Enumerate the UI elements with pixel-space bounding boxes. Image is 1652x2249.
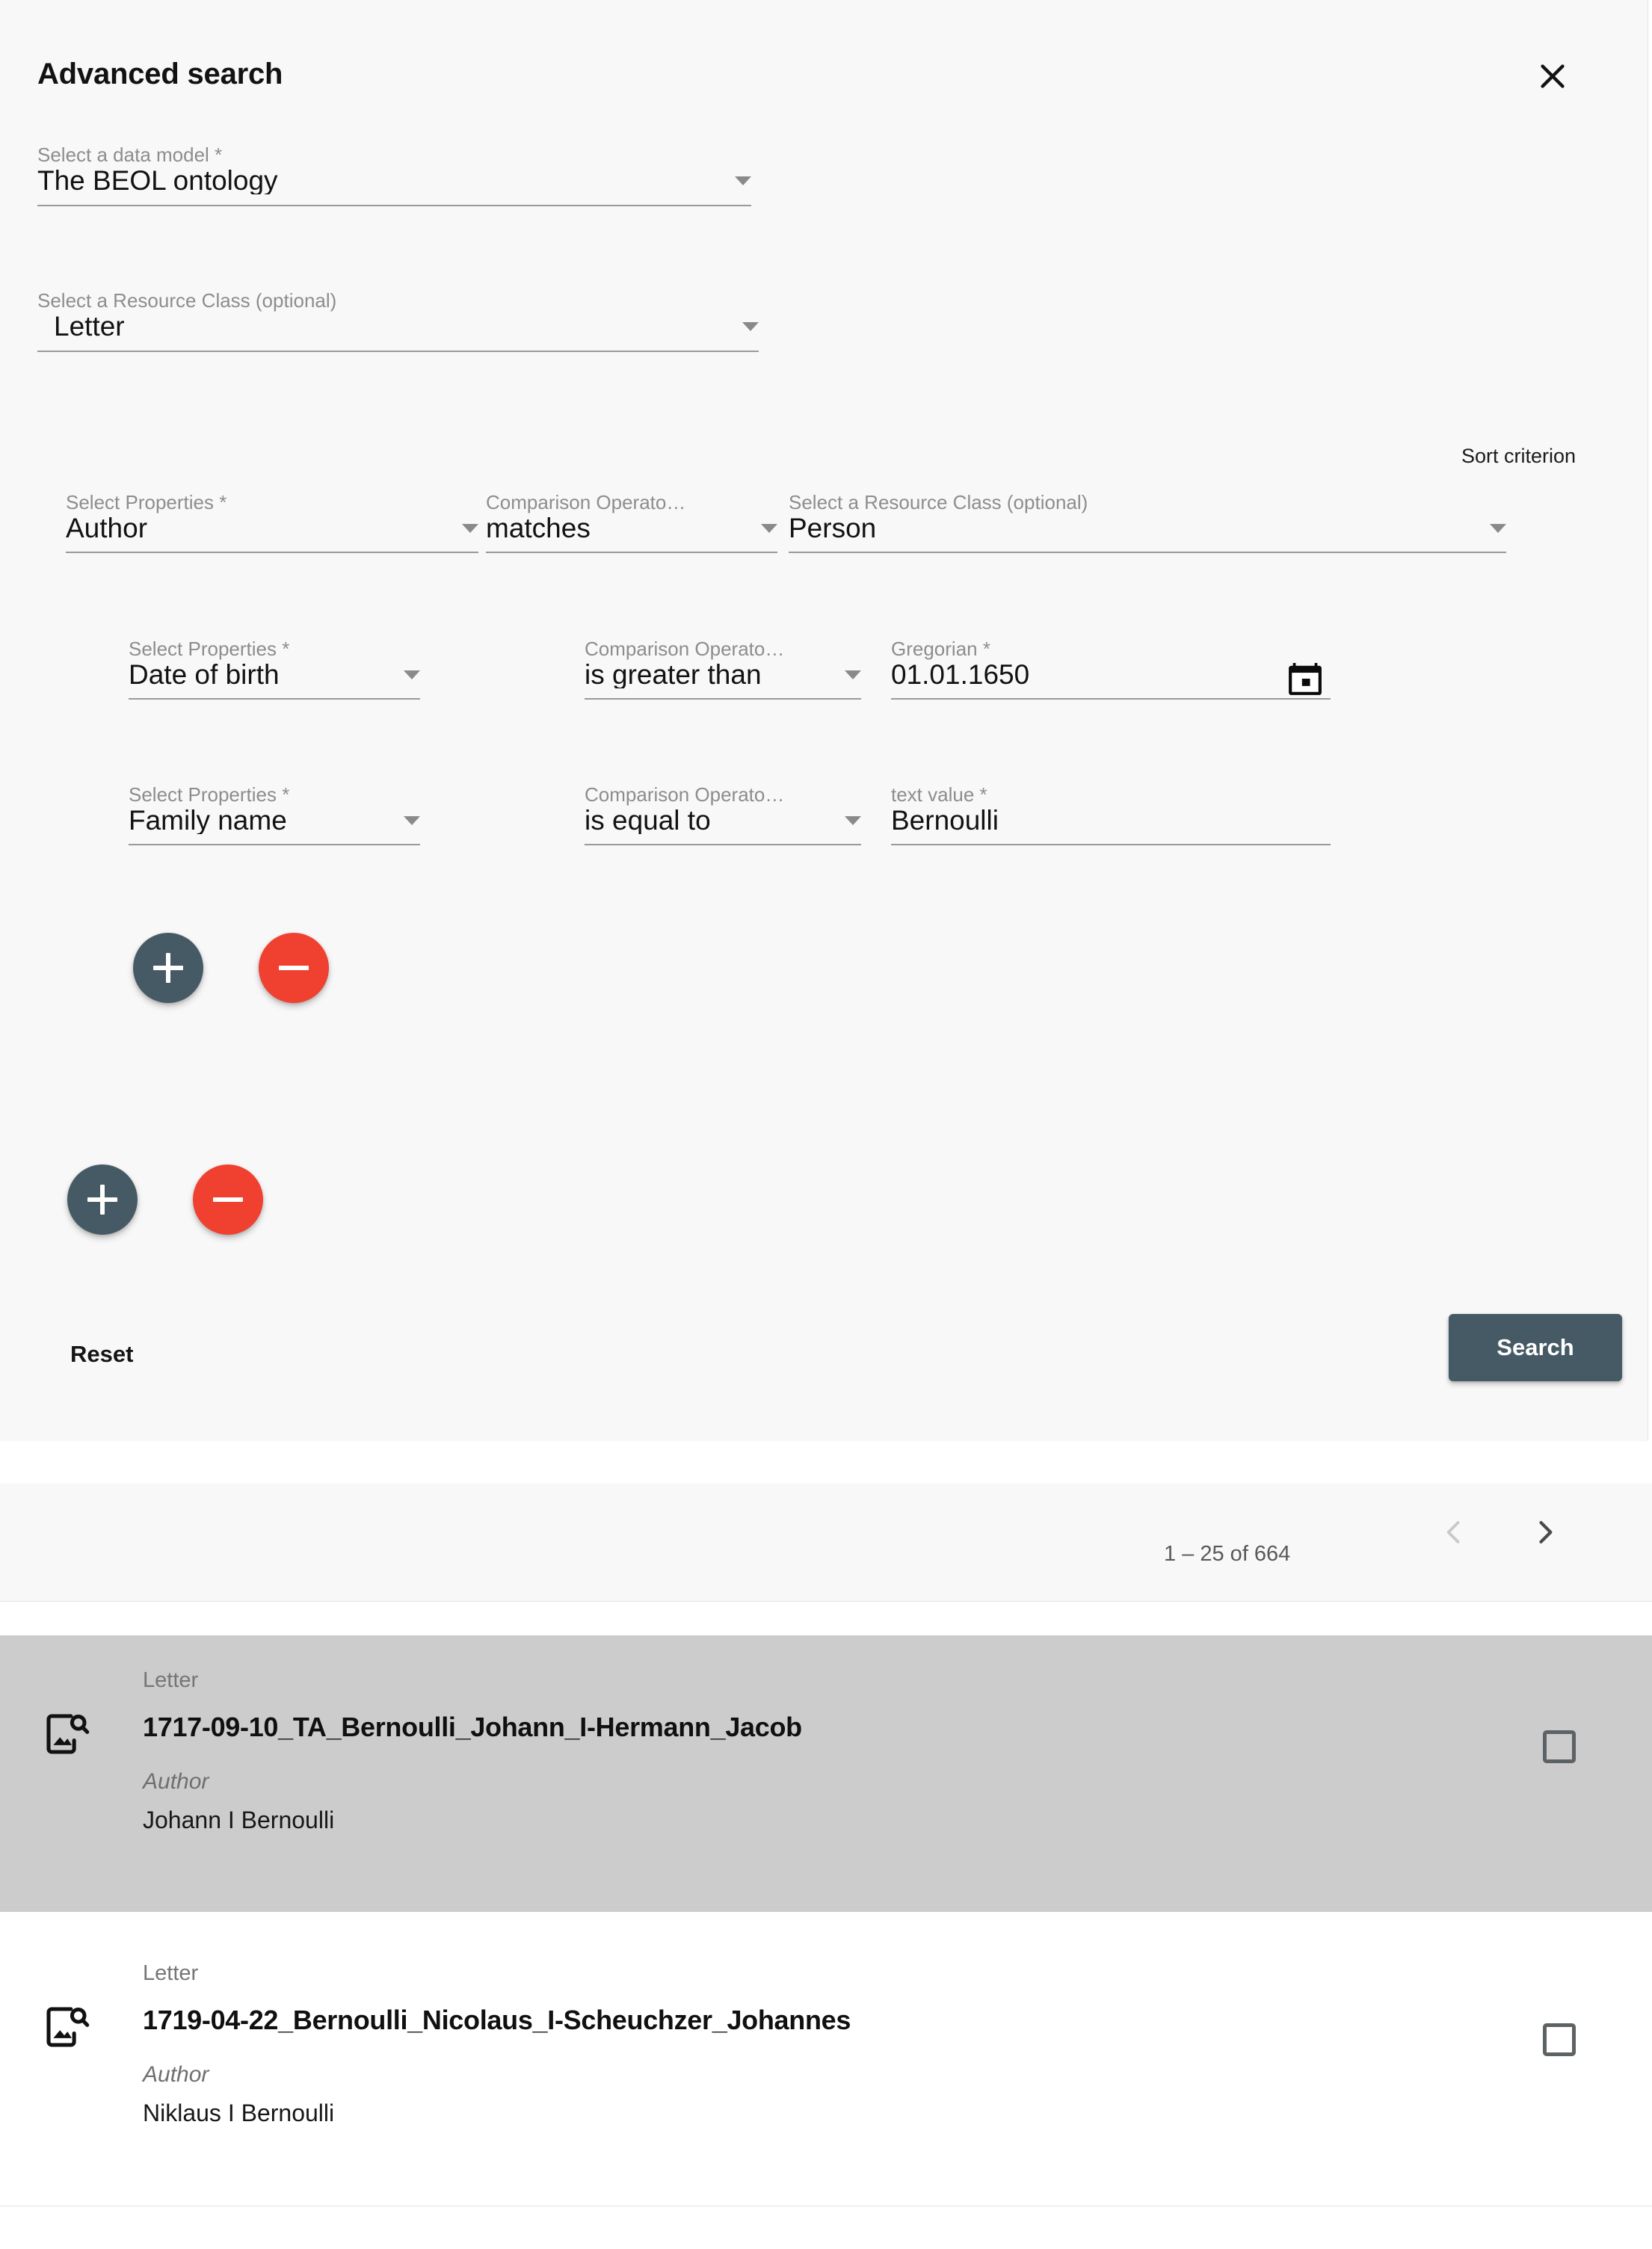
row2a-date-label: Gregorian *: [891, 638, 990, 660]
row1-property-select[interactable]: Author: [66, 514, 478, 553]
result-title[interactable]: 1719-04-22_Bernoulli_Nicolaus_I-Scheuchz…: [143, 2005, 851, 2036]
row2b-text-input[interactable]: Bernoulli: [891, 806, 1331, 845]
result-type-label: Letter: [143, 1668, 199, 1692]
chevron-down-icon: [742, 322, 759, 331]
row2b-property-value: Family name: [129, 806, 287, 834]
row2a-property-value: Date of birth: [129, 661, 280, 688]
row2a-operator-label: Comparison Operato…: [585, 638, 785, 660]
row1-operator-label: Comparison Operato…: [486, 491, 686, 513]
row1-operator-field: Comparison Operato… matches: [486, 491, 777, 553]
result-checkbox[interactable]: [1543, 2023, 1576, 2056]
row1-resource-class-select[interactable]: Person: [789, 514, 1506, 553]
row2a-operator-select[interactable]: is greater than: [585, 661, 861, 700]
row2b-property-label: Select Properties *: [129, 783, 290, 806]
row1-property-value: Author: [66, 514, 148, 542]
result-title[interactable]: 1717-09-10_TA_Bernoulli_Johann_I-Hermann…: [143, 1712, 802, 1743]
chevron-down-icon: [462, 524, 478, 533]
chevron-left-icon: [1437, 1516, 1470, 1551]
result-property-label: Author: [143, 1769, 209, 1794]
row2b-operator-value: is equal to: [585, 806, 711, 834]
resource-class-label: Select a Resource Class (optional): [37, 289, 337, 312]
row2b-text-label: text value *: [891, 783, 987, 806]
row1-operator-select[interactable]: matches: [486, 514, 777, 553]
result-property-label: Author: [143, 2062, 209, 2087]
row2b-property-select[interactable]: Family name: [129, 806, 420, 845]
image-search-icon: [43, 1710, 90, 1758]
row2a-gregorian-date-field: Gregorian * 01.01.1650: [891, 638, 1331, 700]
plus-icon: [87, 1185, 117, 1215]
row2b-operator-select[interactable]: is equal to: [585, 806, 861, 845]
previous-page-button[interactable]: [1420, 1499, 1488, 1567]
minus-icon: [213, 1185, 243, 1215]
list-item[interactable]: Letter 1717-09-10_TA_Bernoulli_Johann_I-…: [0, 1635, 1652, 1912]
data-model-field: Select a data model * The BEOL ontology: [37, 144, 751, 206]
row2b-text-value-field: text value * Bernoulli: [891, 783, 1331, 845]
chevron-down-icon: [404, 670, 420, 679]
resource-class-value: Letter: [54, 312, 125, 340]
next-page-button[interactable]: [1511, 1499, 1579, 1567]
data-model-label: Select a data model *: [37, 144, 223, 166]
chevron-down-icon: [1490, 524, 1506, 533]
row1-operator-value: matches: [486, 514, 591, 542]
result-property-value: Niklaus I Bernoulli: [143, 2100, 335, 2126]
row2a-operator-value: is greater than: [585, 661, 762, 688]
page-range-label: 1 – 25 of 664: [1164, 1541, 1291, 1566]
row1-resource-class-value: Person: [789, 514, 877, 542]
page-title: Advanced search: [37, 58, 283, 90]
resource-class-select[interactable]: Letter: [37, 312, 759, 352]
sort-criterion-label: Sort criterion: [1461, 445, 1577, 467]
row2b-operator-label: Comparison Operato…: [585, 783, 785, 806]
add-nested-property-button[interactable]: [133, 933, 203, 1003]
image-search-icon: [43, 2003, 90, 2051]
result-property-value: Johann I Bernoulli: [143, 1807, 335, 1833]
row1-resource-class-field: Select a Resource Class (optional) Perso…: [789, 491, 1506, 553]
close-button[interactable]: [1529, 54, 1576, 100]
chevron-down-icon: [845, 670, 861, 679]
chevron-down-icon: [404, 816, 420, 825]
chevron-down-icon: [735, 176, 751, 185]
plus-icon: [153, 953, 183, 983]
result-checkbox[interactable]: [1543, 1730, 1576, 1763]
close-icon: [1535, 59, 1570, 96]
row2a-property-field: Select Properties * Date of birth: [129, 638, 420, 700]
row1-resource-class-label: Select a Resource Class (optional): [789, 491, 1088, 513]
advanced-search-panel: Advanced search Select a data model * Th…: [0, 0, 1648, 1441]
row1-property-field: Select Properties * Author: [66, 491, 478, 553]
paginator: [0, 1484, 1652, 1602]
reset-button[interactable]: Reset: [70, 1329, 148, 1380]
chevron-right-icon: [1529, 1516, 1562, 1551]
row1-property-label: Select Properties *: [66, 491, 227, 513]
chevron-down-icon: [761, 524, 777, 533]
search-button[interactable]: Search: [1449, 1314, 1622, 1381]
calendar-icon[interactable]: [1284, 658, 1326, 700]
minus-icon: [279, 953, 309, 983]
chevron-down-icon: [845, 816, 861, 825]
row2b-property-field: Select Properties * Family name: [129, 783, 420, 845]
row2a-operator-field: Comparison Operato… is greater than: [585, 638, 861, 700]
add-property-button[interactable]: [67, 1164, 138, 1235]
resource-class-field: Select a Resource Class (optional) Lette…: [37, 289, 759, 352]
row2a-property-label: Select Properties *: [129, 638, 290, 660]
data-model-value: The BEOL ontology: [37, 167, 278, 194]
row2b-operator-field: Comparison Operato… is equal to: [585, 783, 861, 845]
row2a-property-select[interactable]: Date of birth: [129, 661, 420, 700]
row2a-date-value: 01.01.1650: [891, 661, 1030, 688]
list-item[interactable]: Letter 1719-04-22_Bernoulli_Nicolaus_I-S…: [0, 1928, 1652, 2206]
result-type-label: Letter: [143, 1961, 199, 1985]
remove-nested-property-button[interactable]: [259, 933, 329, 1003]
remove-property-button[interactable]: [193, 1164, 263, 1235]
row2b-text-value: Bernoulli: [891, 806, 999, 834]
row2a-date-input[interactable]: 01.01.1650: [891, 661, 1331, 700]
data-model-select[interactable]: The BEOL ontology: [37, 167, 751, 206]
